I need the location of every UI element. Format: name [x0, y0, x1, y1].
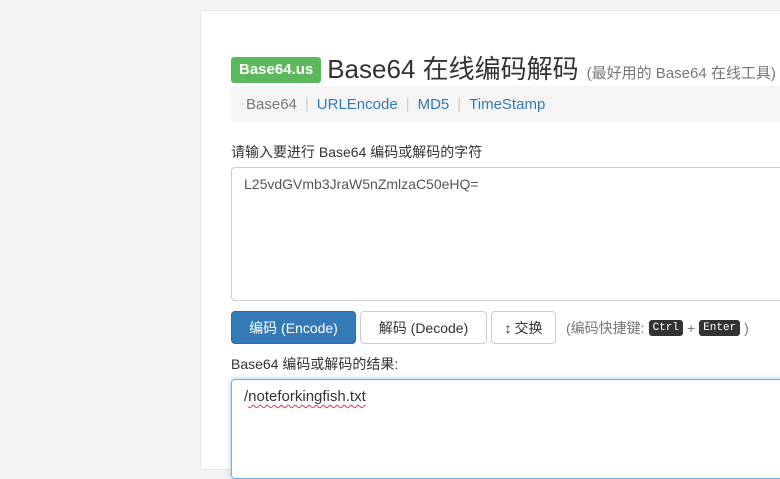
shortcut-hint-prefix: (编码快捷键:	[566, 319, 645, 336]
nav-separator: |	[457, 95, 462, 113]
result-text: noteforkingfish.txt	[248, 388, 366, 405]
encode-button[interactable]: 编码 (Encode)	[231, 311, 356, 344]
nav-item-urlencode[interactable]: URLEncode	[317, 96, 398, 113]
nav-item-timestamp[interactable]: TimeStamp	[469, 96, 545, 113]
nav-item-base64: Base64	[246, 95, 297, 113]
nav-separator: |	[304, 95, 309, 113]
main-panel: Base64.us Base64 在线编码解码 (最好用的 Base64 在线工…	[200, 10, 780, 479]
decode-button[interactable]: 解码 (Decode)	[360, 311, 487, 344]
site-badge[interactable]: Base64.us	[231, 57, 322, 83]
swap-button[interactable]: ↕ 交换	[491, 311, 556, 344]
shortcut-hint: (编码快捷键: Ctrl + Enter )	[566, 318, 749, 338]
action-bar: 编码 (Encode) 解码 (Decode) ↕ 交换 (编码快捷键: Ctr…	[231, 311, 749, 344]
input-text: L25vdGVmb3JraW5nZmlzaC50eHQ=	[244, 176, 479, 192]
page-subtitle: (最好用的 Base64 在线工具)	[586, 65, 776, 82]
result-label: Base64 编码或解码的结果:	[231, 356, 399, 372]
swap-arrows-icon: ↕	[504, 319, 512, 336]
page-title: Base64 在线编码解码	[327, 54, 579, 84]
ctrl-key: Ctrl	[648, 319, 683, 336]
input-label: 请输入要进行 Base64 编码或解码的字符	[231, 144, 483, 160]
result-textarea[interactable]: /noteforkingfish.txt	[231, 379, 780, 479]
page-header: Base64.us Base64 在线编码解码 (最好用的 Base64 在线工…	[231, 49, 776, 87]
swap-label: 交换	[514, 319, 543, 336]
input-textarea[interactable]: L25vdGVmb3JraW5nZmlzaC50eHQ=	[231, 167, 780, 301]
enter-key: Enter	[699, 319, 741, 336]
nav-separator: |	[405, 95, 410, 113]
tool-nav: Base64 | URLEncode | MD5 | TimeStamp	[231, 86, 780, 122]
nav-item-md5[interactable]: MD5	[418, 96, 450, 113]
shortcut-hint-suffix: )	[744, 319, 749, 336]
shortcut-plus: +	[686, 319, 696, 336]
